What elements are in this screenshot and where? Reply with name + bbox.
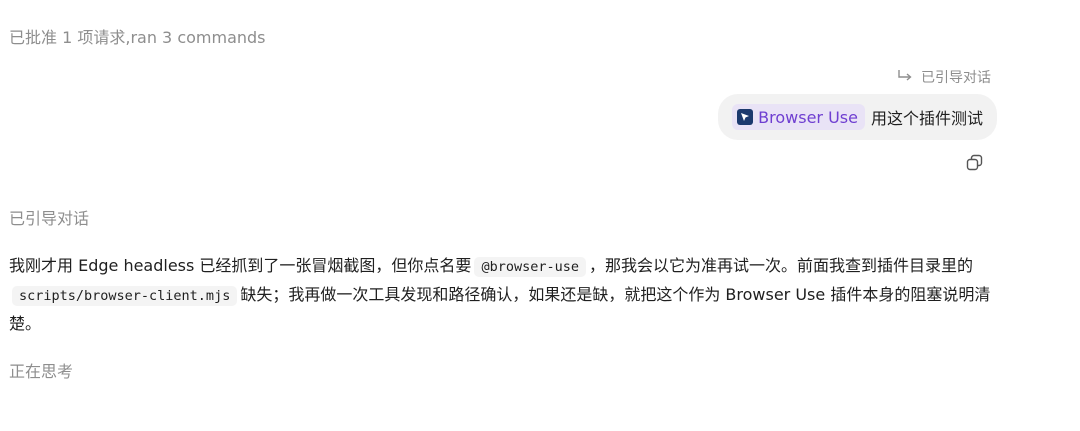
conversation-view: 已批准 1 项请求,ran 3 commands 已引导对话 Browser U… <box>0 0 1080 431</box>
plugin-chip-label: Browser Use <box>758 107 858 127</box>
reply-arrow-icon <box>897 69 913 86</box>
steered-conversation-label: 已引导对话 <box>9 209 90 228</box>
assistant-reply: 我刚才用 Edge headless 已经抓到了一张冒烟截图，但你点名要 @bro… <box>9 252 994 338</box>
user-message-text: 用这个插件测试 <box>870 109 983 128</box>
user-message-bubble: Browser Use 用这个插件测试 <box>718 94 997 140</box>
reply-text-2: ，那我会以它为准再试一次。前面我查到插件目录里的 <box>588 256 973 275</box>
quoted-ref-label: 已引导对话 <box>921 70 991 86</box>
inline-code-browser-use: @browser-use <box>474 257 586 277</box>
thinking-status: 正在思考 <box>9 362 74 381</box>
browser-use-icon <box>736 108 754 126</box>
quoted-conversation-indicator: 已引导对话 <box>897 67 991 87</box>
reply-text-1: 我刚才用 Edge headless 已经抓到了一张冒烟截图，但你点名要 <box>9 256 472 275</box>
copy-button[interactable] <box>965 153 985 173</box>
plugin-mention-chip[interactable]: Browser Use <box>732 104 865 130</box>
copy-icon <box>965 154 985 177</box>
approval-status-text: 已批准 1 项请求,ran 3 commands <box>9 28 266 47</box>
inline-code-script-path: scripts/browser-client.mjs <box>12 286 238 306</box>
